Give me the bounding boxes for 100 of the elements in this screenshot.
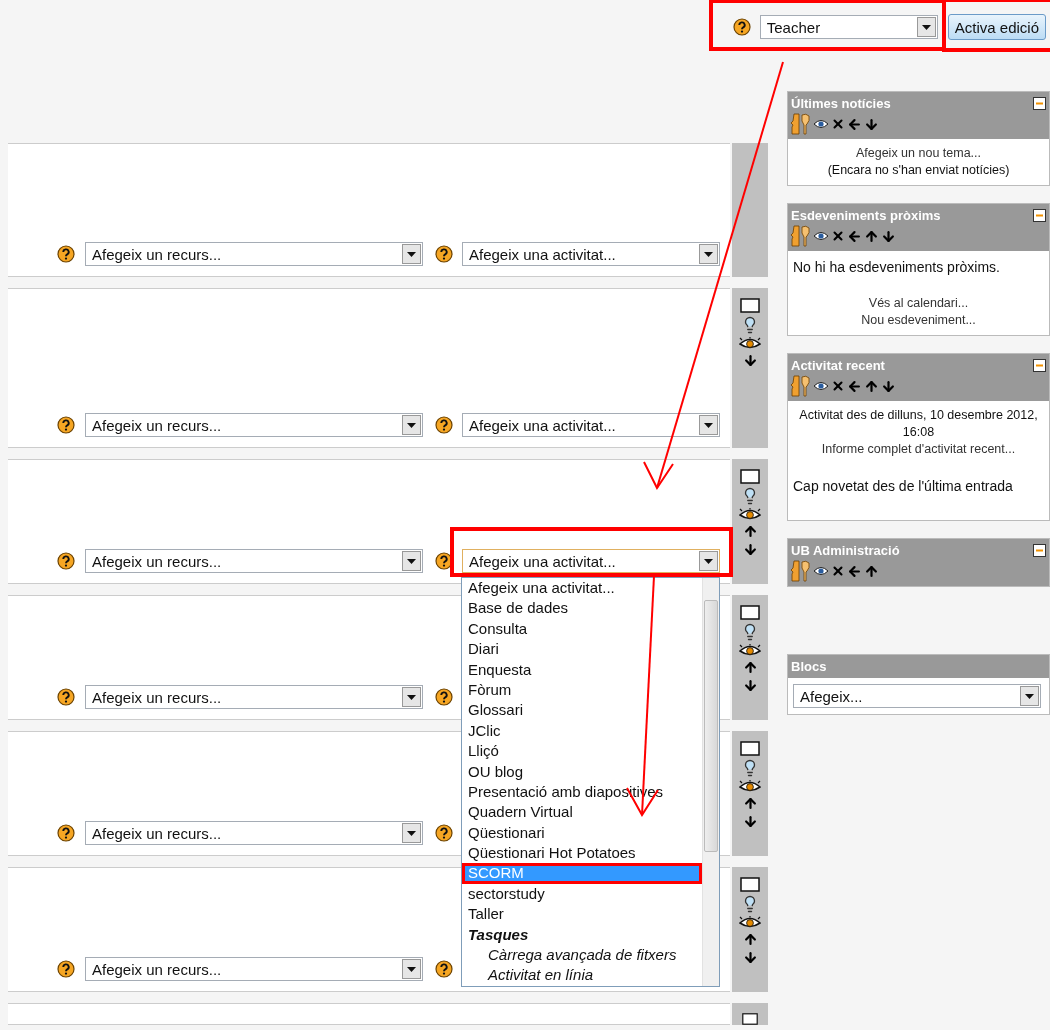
arrow-down-icon[interactable] [742,353,758,368]
block-link[interactable]: Vés al calendari... [793,295,1044,312]
resource-select[interactable]: Afegeix un recurs... [85,549,423,573]
dropdown-option[interactable]: Consulta [462,618,702,640]
block-title: Activitat recent [791,357,885,373]
dropdown-option[interactable]: Taller [462,904,702,925]
arrow-down-icon[interactable] [742,814,758,829]
caret-icon [402,551,421,571]
collapse-icon[interactable] [1033,96,1046,110]
caret-icon [402,959,421,979]
help-icon[interactable] [435,416,453,434]
eye-icon[interactable] [739,508,761,521]
dropdown-option[interactable]: Qüestionari Hot Potatoes [462,843,702,864]
collapse-icon[interactable] [1033,543,1046,557]
eye-icon[interactable] [739,780,761,793]
arrow-down-icon[interactable] [742,542,758,557]
activity-select[interactable]: Afegeix una activitat... [462,242,720,266]
square-icon[interactable] [740,469,760,484]
block-title: Esdeveniments pròxims [791,207,941,223]
block-text: No hi ha esdeveniments pròxims. [793,258,1001,277]
delete-icon[interactable] [831,379,845,393]
role-select[interactable]: Teacher [759,15,938,39]
caret-icon [402,244,421,264]
people-icon[interactable] [791,560,811,582]
block-link[interactable]: Afegeix un nou tema... [793,145,1044,162]
collapse-icon[interactable] [1033,358,1046,372]
people-icon[interactable] [791,225,811,247]
arrow-down-icon[interactable] [881,378,896,394]
help-icon[interactable] [435,245,453,263]
delete-icon[interactable] [831,117,845,131]
help-icon[interactable] [57,552,75,570]
collapse-icon[interactable] [1033,208,1046,222]
activity-select[interactable]: Afegeix una activitat... [462,413,720,437]
resource-select[interactable]: Afegeix un recurs... [85,957,423,981]
eye-icon[interactable] [813,231,829,241]
help-icon[interactable] [57,688,75,706]
dropdown-option[interactable]: Fòrum [462,679,702,701]
arrow-down-icon[interactable] [881,228,896,244]
dropdown-option[interactable]: Enquesta [462,659,702,680]
arrow-down-icon[interactable] [742,678,758,693]
dropdown-option[interactable]: Qüestionari [462,822,702,844]
help-icon[interactable] [57,416,75,434]
arrow-down-icon[interactable] [742,950,758,965]
help-icon[interactable] [435,824,453,842]
people-icon[interactable] [791,113,811,135]
square-icon[interactable] [740,605,760,620]
people-icon[interactable] [791,375,811,397]
delete-icon[interactable] [831,564,845,578]
eye-icon[interactable] [739,644,761,657]
dropdown-option[interactable]: Base de dades [462,598,702,619]
activity-select[interactable]: Afegeix una activitat... [462,549,720,573]
help-icon[interactable] [57,824,75,842]
help-icon[interactable] [57,960,75,978]
square-icon[interactable] [740,1013,760,1025]
eye-icon[interactable] [813,119,829,129]
dropdown-option[interactable]: Càrrega avançada de fitxers [462,945,702,966]
dropdown-option[interactable]: Quadern Virtual [462,802,702,823]
caret-icon [402,687,421,707]
dropdown-option[interactable]: OU blog [462,761,702,782]
help-icon[interactable] [57,245,75,263]
scrollbar[interactable] [702,578,719,986]
caret-icon [402,415,421,435]
resource-select[interactable]: Afegeix un recurs... [85,413,423,437]
eye-icon[interactable] [739,916,761,929]
block-title: Blocs [791,658,827,674]
resource-select[interactable]: Afegeix un recurs... [85,821,423,845]
block-text: (Encara no s'han enviat notícies) [826,162,1011,179]
caret-icon [699,551,718,571]
edit-mode-button[interactable]: Activa edició [947,14,1046,40]
help-icon[interactable] [435,688,453,706]
help-icon[interactable] [435,960,453,978]
block-text: Activitat des de dilluns, 10 desembre 2012, 16:08 [798,407,1039,441]
dropdown-option[interactable]: Afegeix una activitat... [462,578,702,599]
block-text: Cap novetat des de l'última entrada [793,477,1014,496]
block-title: Últimes notícies [791,95,891,111]
block-link[interactable]: Informe complet d'activitat recent... [793,441,1044,458]
dropdown-option[interactable]: sectorstudy [462,883,702,905]
square-icon[interactable] [740,741,760,756]
add-block-select[interactable]: Afegeix... [793,684,1041,708]
resource-select[interactable]: Afegeix un recurs... [85,685,423,709]
block-title: UB Administració [791,542,900,558]
caret-icon [1020,686,1039,706]
square-icon[interactable] [740,877,760,892]
eye-icon[interactable] [739,337,761,350]
dropdown-option[interactable]: Activitat en línia [462,965,702,986]
resource-select[interactable]: Afegeix un recurs... [85,242,423,266]
dropdown-option[interactable]: JClic [462,720,702,742]
caret-icon [402,823,421,843]
dropdown-option[interactable]: Tasques [462,924,702,946]
delete-icon[interactable] [831,229,845,243]
eye-icon[interactable] [813,566,829,576]
caret-icon [699,244,718,264]
block-link[interactable]: Nou esdeveniment... [793,312,1044,329]
dropdown-option[interactable]: Glossari [462,700,702,721]
square-icon[interactable] [740,298,760,313]
dropdown-option[interactable]: Lliçó [462,741,702,762]
dropdown-option[interactable]: Diari [462,639,702,660]
help-icon[interactable] [732,18,751,36]
eye-icon[interactable] [813,381,829,391]
arrow-down-icon[interactable] [864,116,879,132]
